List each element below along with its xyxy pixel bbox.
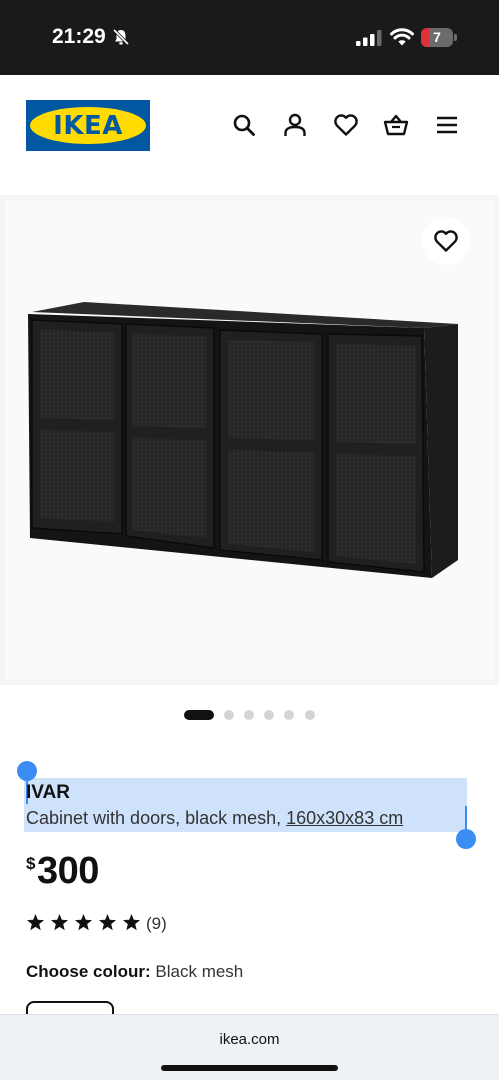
pagination-dot[interactable] xyxy=(305,710,315,720)
price-value: 300 xyxy=(37,850,99,892)
colour-selector-label: Choose colour: Black mesh xyxy=(26,962,243,982)
favourites-icon[interactable] xyxy=(333,112,359,138)
add-to-favourites-button[interactable] xyxy=(422,217,470,265)
heart-icon xyxy=(434,230,458,252)
price-currency: $ xyxy=(26,854,36,873)
star-icon xyxy=(51,914,68,931)
account-icon[interactable] xyxy=(282,112,308,138)
product-description: Cabinet with doors, black mesh, 160x30x8… xyxy=(26,808,403,829)
home-indicator[interactable] xyxy=(161,1065,338,1071)
selection-handle-end[interactable] xyxy=(456,829,476,849)
shopping-bag-icon[interactable] xyxy=(383,112,409,138)
star-icon xyxy=(27,914,44,931)
ikea-logo[interactable]: IKEA xyxy=(26,100,150,151)
bell-muted-icon xyxy=(112,28,130,46)
status-bar: 21:29 7 xyxy=(0,0,499,75)
selection-caret-end xyxy=(465,806,467,831)
choose-colour-label: Choose colour: xyxy=(26,962,151,981)
battery-indicator: 7 xyxy=(421,28,457,47)
site-header: IKEA xyxy=(0,75,499,195)
logo-text: IKEA xyxy=(53,111,123,141)
review-count: (9) xyxy=(146,914,167,933)
wifi-icon xyxy=(390,28,414,46)
search-icon[interactable] xyxy=(231,112,257,138)
pagination-dot[interactable] xyxy=(284,710,294,720)
selection-handle-start[interactable] xyxy=(17,761,37,781)
selected-colour-value: Black mesh xyxy=(150,962,244,981)
pagination-dot-active[interactable] xyxy=(184,710,214,720)
browser-address-bar[interactable]: ikea.com xyxy=(0,1014,499,1080)
status-time: 21:29 xyxy=(52,25,106,48)
pagination-dot[interactable] xyxy=(244,710,254,720)
pagination-dot[interactable] xyxy=(224,710,234,720)
product-name: IVAR xyxy=(26,782,70,803)
product-image xyxy=(28,302,458,578)
product-description-text: Cabinet with doors, black mesh, xyxy=(26,808,287,828)
product-size-link[interactable]: 160x30x83 cm xyxy=(286,808,403,828)
gallery-pagination[interactable] xyxy=(0,708,499,722)
menu-icon[interactable] xyxy=(434,112,460,138)
pagination-dot[interactable] xyxy=(264,710,274,720)
star-icon xyxy=(75,914,92,931)
star-icon xyxy=(99,914,116,931)
url-text[interactable]: ikea.com xyxy=(0,1031,499,1048)
cellular-signal-icon xyxy=(356,30,382,46)
battery-level: 7 xyxy=(433,29,441,45)
star-icon xyxy=(123,914,140,931)
